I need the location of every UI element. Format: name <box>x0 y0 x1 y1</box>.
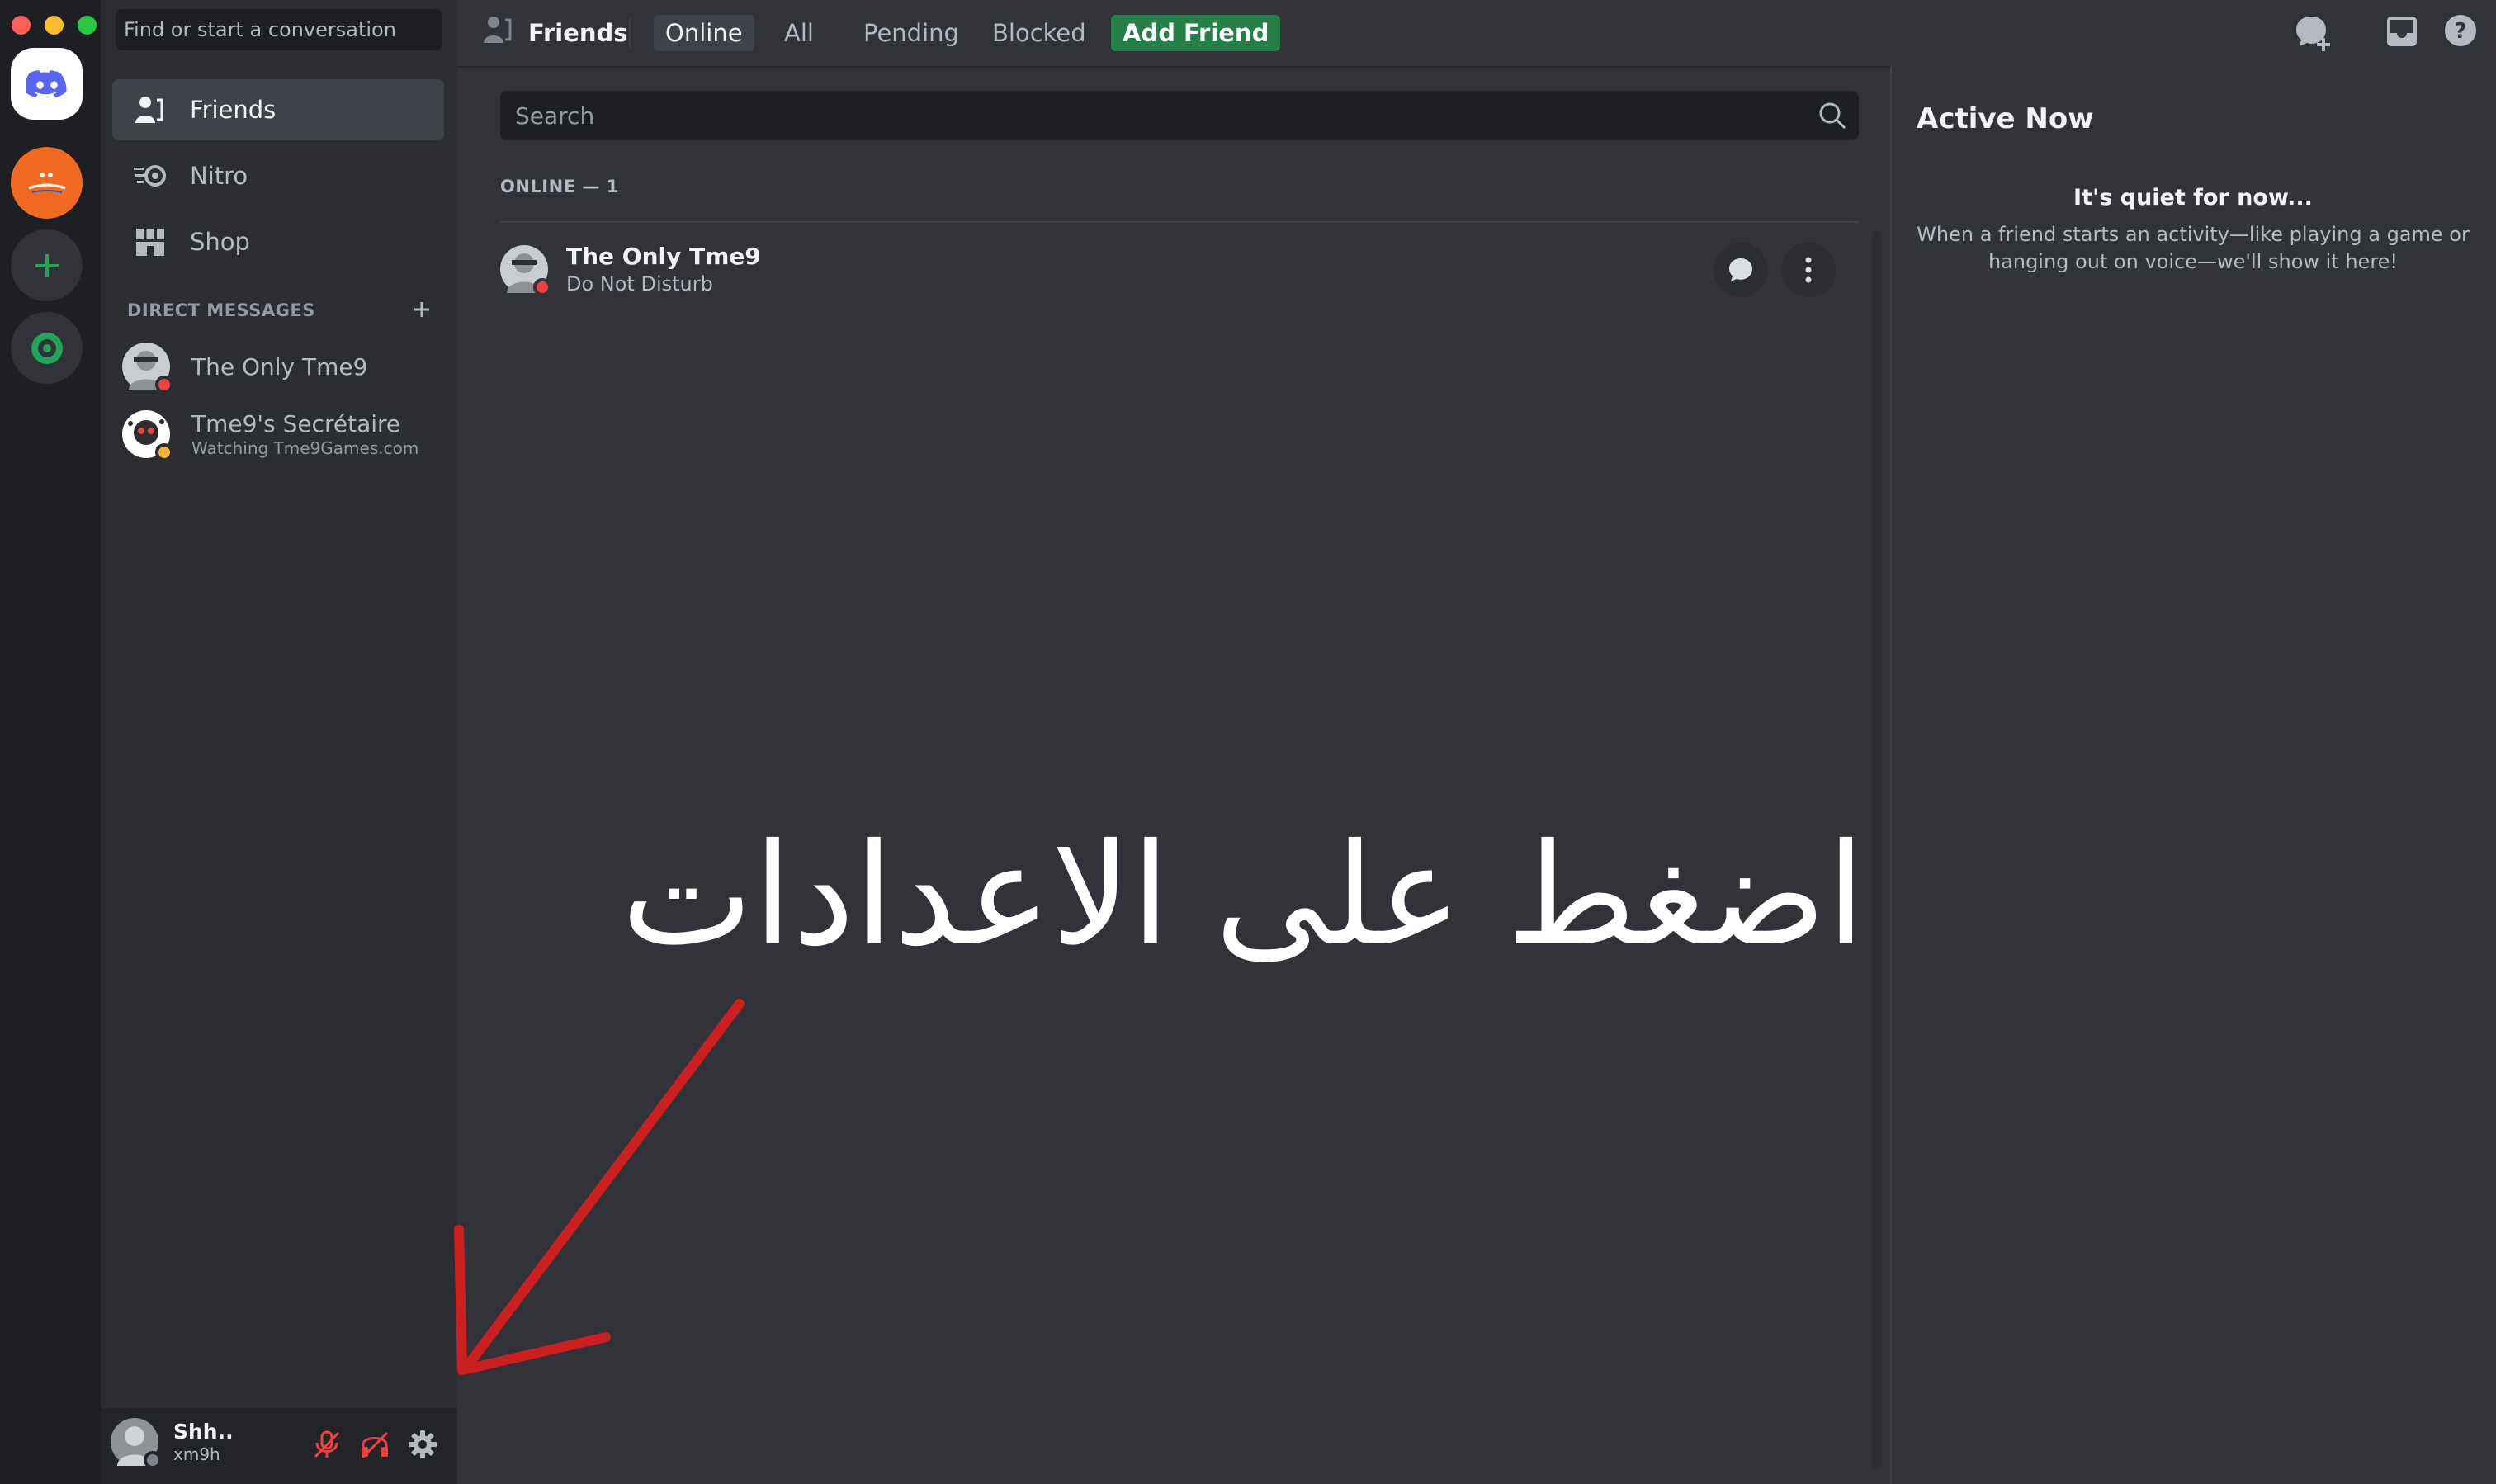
new-group-dm-icon <box>2296 17 2330 51</box>
friend-name: The Only Tme9 <box>566 243 761 270</box>
microphone-muted-icon <box>314 1430 340 1458</box>
more-options-button[interactable] <box>1781 243 1836 297</box>
close-window-button[interactable] <box>12 16 31 35</box>
server-orange[interactable] <box>11 147 83 219</box>
page-title: Friends <box>528 19 628 47</box>
dnd-status-icon <box>155 376 173 394</box>
dm-activity: Watching Tme9Games.com <box>191 438 419 458</box>
friends-header <box>457 0 2496 68</box>
minimize-window-button[interactable] <box>45 16 64 35</box>
offline-status-icon <box>144 1451 162 1469</box>
sidebar-item-shop[interactable]: Shop <box>112 211 444 272</box>
user-avatar <box>111 1418 162 1469</box>
annotation-arrow-icon <box>454 999 745 1375</box>
avatar <box>122 343 173 394</box>
user-username: xm9h <box>173 1444 220 1464</box>
search-icon <box>1818 101 1847 130</box>
annotation-text: اضغط على الاعدادات <box>621 814 1865 977</box>
active-now-body-line: hanging out on voice—we'll show it here! <box>1988 250 2399 273</box>
dm-item-the-only-tme9[interactable]: The Only Tme9 <box>112 337 444 396</box>
user-settings-button[interactable] <box>404 1426 441 1463</box>
server-logo-icon <box>27 172 66 193</box>
tab-online[interactable]: Online <box>654 15 754 51</box>
dm-section-header: DIRECT MESSAGES <box>127 300 315 320</box>
compass-icon <box>31 332 63 364</box>
friend-status: Do Not Disturb <box>566 272 713 295</box>
tab-blocked[interactable]: Blocked <box>981 15 1098 51</box>
active-now-panel <box>1890 66 2496 1484</box>
plus-icon <box>35 253 59 277</box>
vertical-dots-icon <box>1805 257 1812 283</box>
friends-icon <box>482 15 515 48</box>
user-profile-button[interactable]: Shh.. xm9h <box>111 1418 234 1469</box>
avatar <box>500 245 551 296</box>
sidebar-item-label: Shop <box>190 228 250 256</box>
help-button[interactable]: ? <box>2443 13 2479 50</box>
mute-microphone-button[interactable] <box>309 1426 345 1463</box>
avatar <box>122 410 173 461</box>
shop-icon <box>132 224 168 260</box>
dm-name: The Only Tme9 <box>191 352 368 380</box>
sidebar-item-nitro[interactable]: Nitro <box>112 145 444 206</box>
tab-all[interactable]: All <box>773 15 825 51</box>
dnd-status-icon <box>533 278 551 296</box>
sidebar-item-label: Nitro <box>190 162 248 190</box>
explore-servers-button[interactable] <box>11 312 83 384</box>
dm-name: Tme9's Secrétaire <box>191 410 401 437</box>
svg-text:?: ? <box>2454 19 2466 44</box>
nitro-icon <box>132 158 168 194</box>
discord-logo-icon <box>26 69 66 97</box>
friends-icon <box>132 92 168 128</box>
add-friend-button[interactable]: Add Friend <box>1111 15 1281 51</box>
active-now-title: Active Now <box>1917 102 2094 135</box>
home-button[interactable] <box>11 48 83 120</box>
header-divider <box>629 18 631 48</box>
dm-item-tme9-secretaire[interactable]: Tme9's Secrétaire Watching Tme9Games.com <box>112 401 444 467</box>
message-friend-button[interactable] <box>1714 243 1768 297</box>
sidebar-item-friends[interactable]: Friends <box>112 79 444 140</box>
zoom-window-button[interactable] <box>78 16 97 35</box>
inbox-button[interactable] <box>2384 13 2423 53</box>
inbox-icon <box>2387 17 2417 46</box>
idle-status-icon <box>155 443 173 461</box>
new-group-dm-button[interactable] <box>2295 13 2334 53</box>
friends-scrollbar[interactable] <box>1872 231 1882 1469</box>
server-rail <box>0 0 101 1484</box>
plus-icon <box>414 302 429 317</box>
online-section-header: ONLINE — 1 <box>500 177 619 196</box>
friend-row[interactable]: The Only Tme9 Do Not Disturb <box>500 228 1859 310</box>
deafen-button[interactable] <box>357 1426 393 1463</box>
headphones-muted-icon <box>361 1431 389 1459</box>
add-server-button[interactable] <box>11 229 83 301</box>
create-dm-button[interactable] <box>409 297 434 322</box>
gear-icon <box>409 1430 437 1458</box>
active-now-body-line: When a friend starts an activity—like pl… <box>1917 223 2470 246</box>
section-divider <box>500 221 1859 223</box>
sidebar-item-label: Friends <box>190 96 277 124</box>
chat-bubble-icon <box>1729 258 1752 281</box>
active-now-empty-body: When a friend starts an activity—like pl… <box>1892 221 2494 276</box>
search-placeholder: Search <box>515 102 595 130</box>
help-icon: ? <box>2445 15 2476 46</box>
find-conversation-placeholder: Find or start a conversation <box>124 18 396 41</box>
user-display-name: Shh.. <box>173 1420 234 1444</box>
friends-search-input[interactable]: Search <box>500 91 1859 140</box>
active-now-empty-title: It's quiet for now... <box>2073 185 2313 210</box>
tab-pending[interactable]: Pending <box>852 15 971 51</box>
find-conversation-button[interactable]: Find or start a conversation <box>116 9 442 50</box>
